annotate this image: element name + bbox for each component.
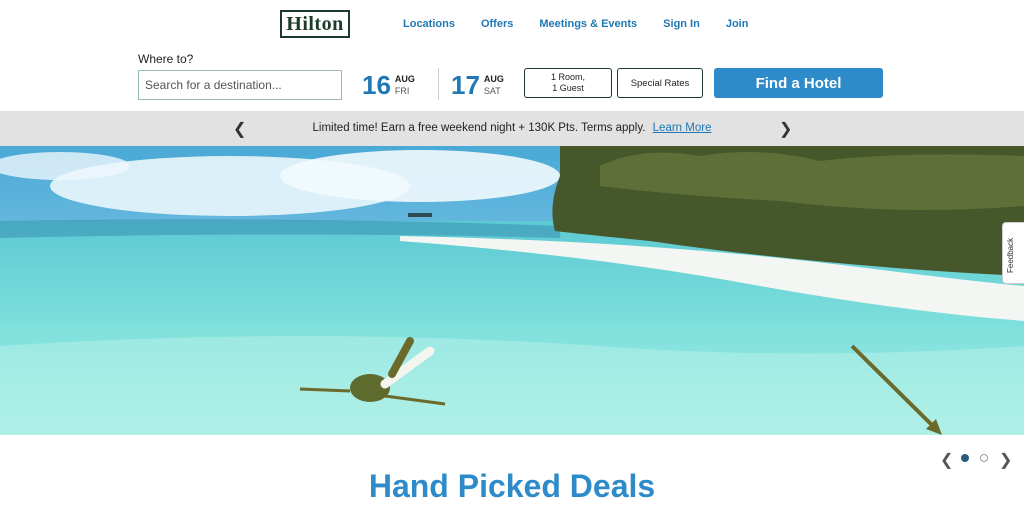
section-title: Hand Picked Deals: [368, 468, 656, 504]
main-nav: Locations Offers Meetings & Events Sign …: [403, 18, 774, 30]
carousel-prev-icon[interactable]: ❮: [940, 450, 953, 470]
carousel-dot-2[interactable]: [980, 454, 988, 462]
nav-offers[interactable]: Offers: [481, 18, 513, 30]
checkout-month: AUG: [483, 74, 504, 84]
hero-image: [0, 146, 1024, 435]
promo-text: Limited time! Earn a free weekend night …: [312, 122, 646, 134]
carousel-next-icon[interactable]: ❯: [999, 450, 1012, 470]
checkin-weekday: FRI: [394, 86, 410, 96]
nav-locations[interactable]: Locations: [403, 18, 455, 30]
date-divider: [438, 68, 439, 100]
checkin-date[interactable]: 16 AUG FRI: [362, 68, 415, 102]
checkin-month: AUG: [394, 74, 415, 84]
destination-search-input[interactable]: [138, 70, 342, 100]
feedback-label: Feedback: [1006, 237, 1015, 273]
promo-banner: ❮ Limited time! Earn a free weekend nigh…: [0, 111, 1024, 146]
hilton-logo[interactable]: Hilton: [280, 10, 350, 38]
guests-count: 1 Guest: [552, 83, 584, 93]
feedback-tab[interactable]: Feedback: [1002, 222, 1024, 284]
learn-more-link[interactable]: Learn More: [653, 122, 712, 134]
carousel-dot-1[interactable]: [961, 454, 969, 462]
checkout-date[interactable]: 17 AUG SAT: [451, 68, 504, 102]
checkout-day: 17: [451, 69, 480, 100]
rooms-guests-button[interactable]: 1 Room, 1 Guest: [524, 68, 612, 98]
nav-meetings-events[interactable]: Meetings & Events: [539, 18, 637, 30]
nav-sign-in[interactable]: Sign In: [663, 18, 700, 30]
where-to-label: Where to?: [138, 52, 194, 66]
special-rates-button[interactable]: Special Rates: [617, 68, 703, 98]
rooms-count: 1 Room,: [550, 72, 585, 82]
checkout-weekday: SAT: [483, 86, 501, 96]
nav-join[interactable]: Join: [726, 18, 749, 30]
find-hotel-button[interactable]: Find a Hotel: [714, 68, 883, 98]
checkin-day: 16: [362, 69, 391, 100]
promo-message: Limited time! Earn a free weekend night …: [0, 122, 1024, 134]
chevron-right-icon[interactable]: ❯: [779, 119, 792, 139]
